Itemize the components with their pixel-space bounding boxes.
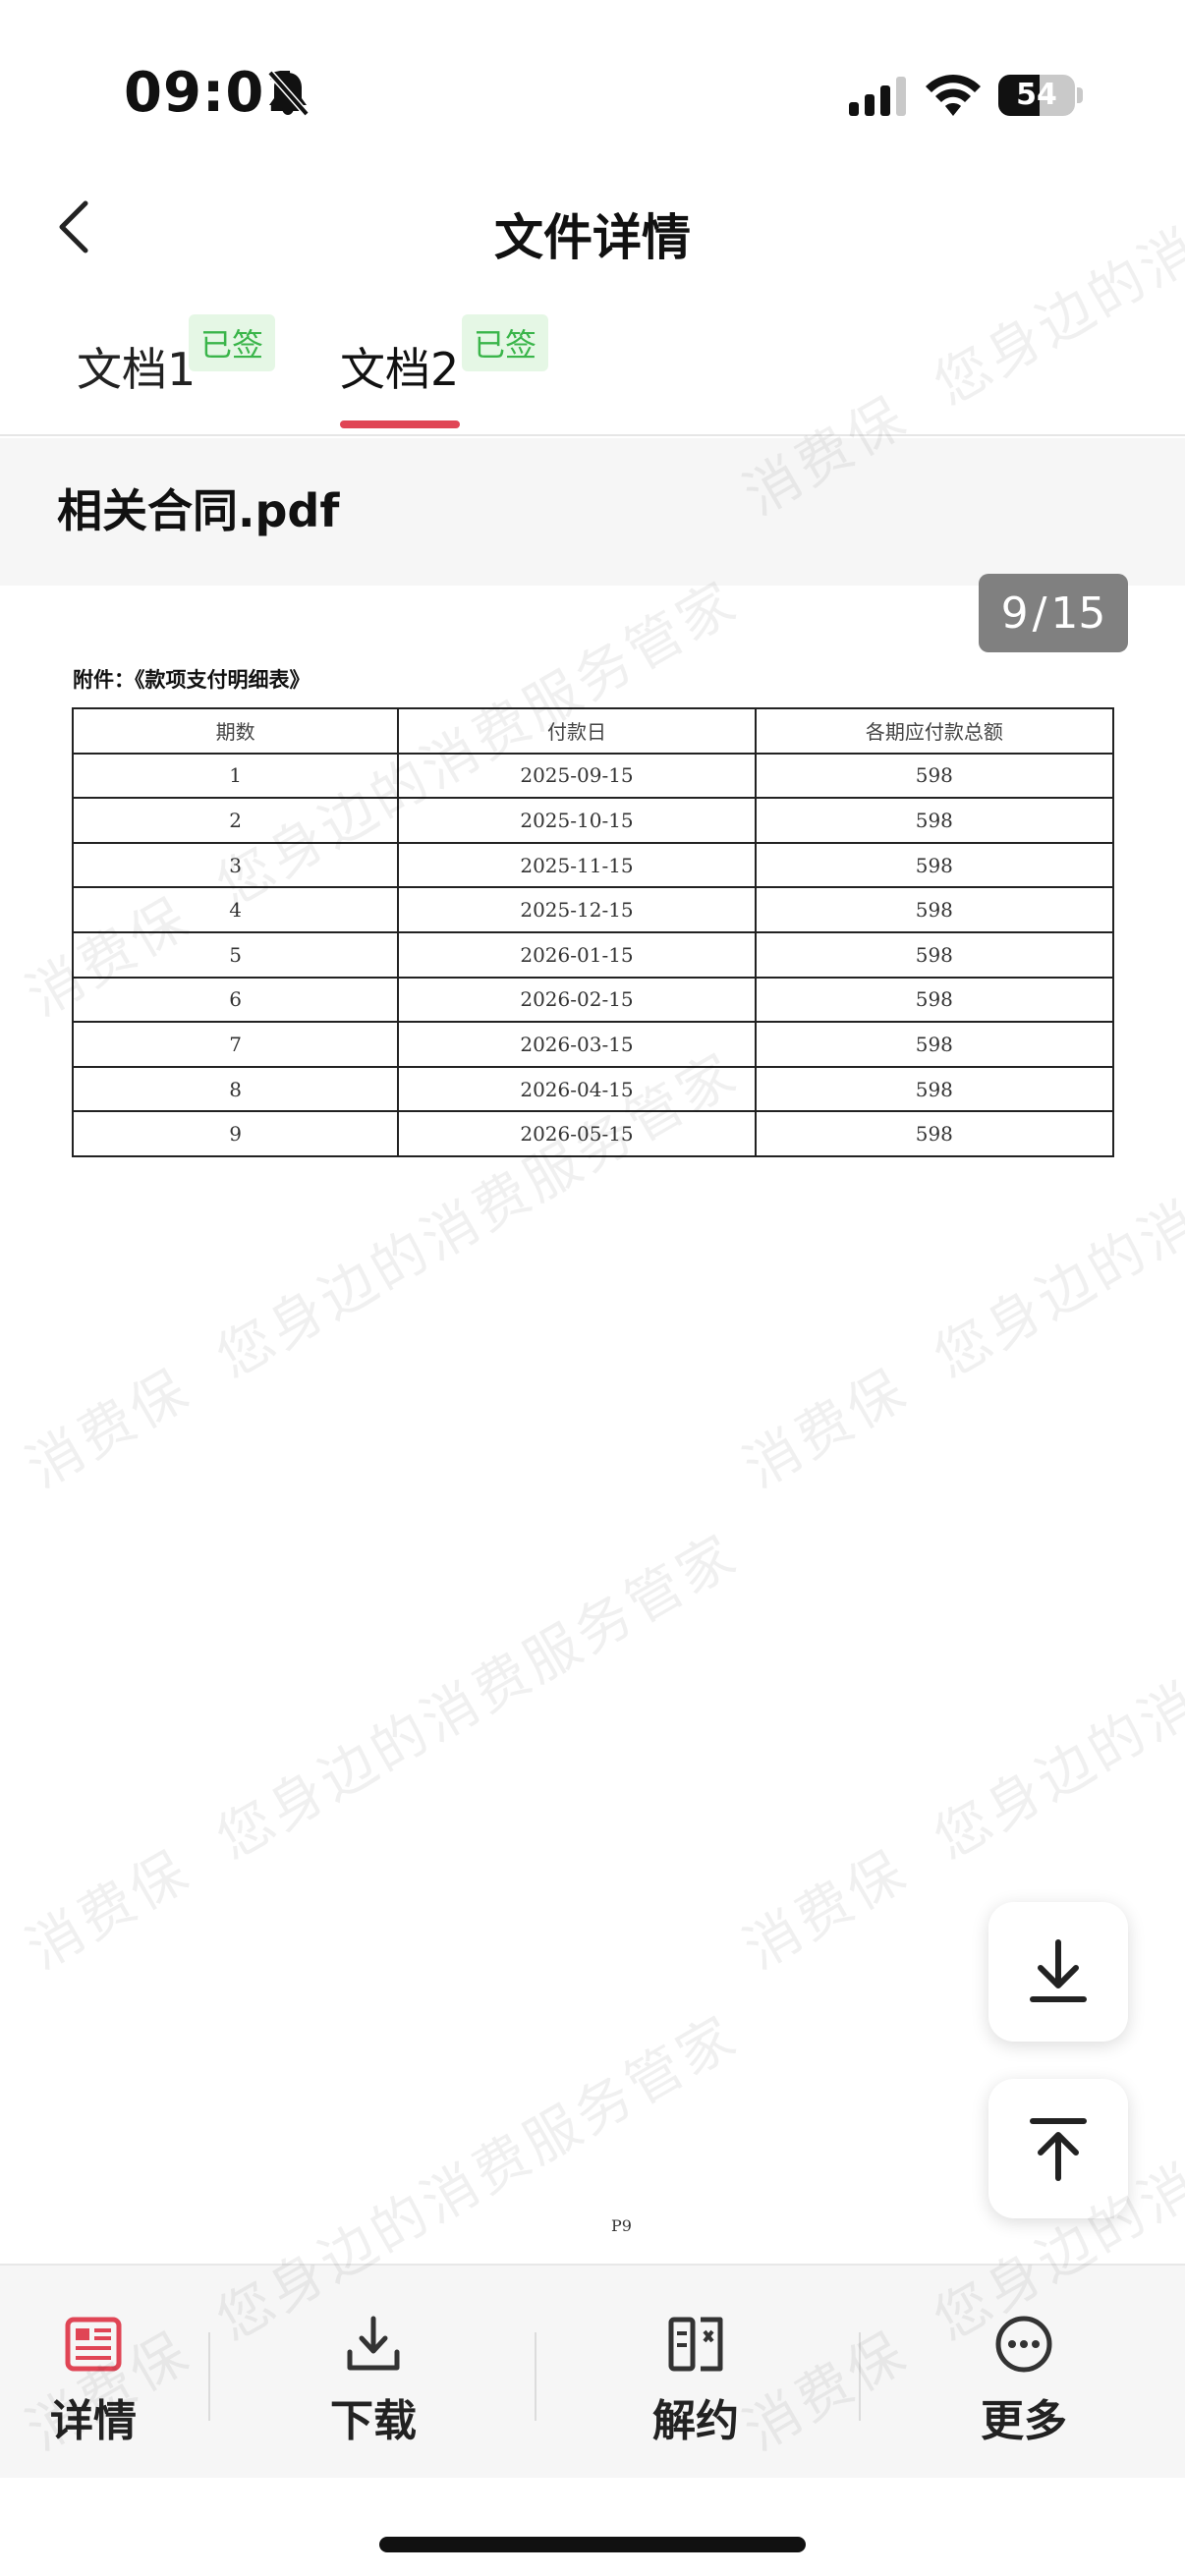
table-cell: 598 (754, 841, 1115, 889)
tab-label: 文档1 (77, 343, 197, 396)
table-row: 1 2025-09-15 598 (71, 752, 1115, 800)
table-header-cell: 期数 (71, 707, 400, 755)
bottom-toolbar: 详情 下载 解约 更多 (0, 2264, 1185, 2478)
current-page: 9 (1000, 588, 1029, 639)
table-cell: 8 (71, 1065, 400, 1113)
table-cell: 7 (71, 1021, 400, 1068)
toolbar-terminate-button[interactable]: 解约 (637, 2266, 755, 2480)
tab-label: 文档2 (340, 343, 460, 396)
download-tray-icon (347, 2316, 400, 2371)
signed-badge: 已签 (189, 314, 276, 371)
table-cell: 2026-04-15 (397, 1065, 757, 1113)
status-bar: 09:01 54 (0, 0, 1185, 147)
table-cell: 2025-09-15 (397, 752, 757, 800)
toolbar-label: 更多 (981, 2396, 1067, 2446)
table-row: 3 2025-11-15 598 (71, 841, 1115, 889)
table-row: 7 2026-03-15 598 (71, 1021, 1115, 1068)
table-cell: 5 (71, 930, 400, 979)
table-cell: 2026-01-15 (397, 930, 757, 979)
document-tabs: 文档1 已签 文档2 已签 (0, 305, 1185, 436)
document-details-icon (65, 2317, 122, 2372)
table-cell: 2025-12-15 (397, 886, 757, 933)
toolbar-details-button[interactable]: 详情 (29, 2266, 157, 2480)
table-cell: 2026-02-15 (397, 976, 757, 1024)
watermark-text: 消费保 您身边的消费服务管家 (16, 1522, 750, 1983)
table-cell: 2025-11-15 (397, 841, 757, 889)
table-row: 5 2026-01-15 598 (71, 930, 1115, 979)
table-cell: 598 (754, 886, 1115, 933)
table-cell: 6 (71, 976, 400, 1024)
table-header-cell: 付款日 (397, 707, 757, 755)
bell-off-icon (267, 70, 310, 117)
toolbar-label: 详情 (50, 2396, 137, 2446)
table-cell: 1 (71, 752, 400, 800)
battery-icon: 54 (998, 75, 1083, 116)
page-separator: / (1032, 588, 1047, 639)
table-row: 8 2026-04-15 598 (71, 1065, 1115, 1113)
table-cell: 598 (754, 1021, 1115, 1068)
table-cell: 2 (71, 797, 400, 844)
signed-badge: 已签 (462, 314, 549, 371)
tab-document-2[interactable]: 文档2 已签 (340, 305, 556, 434)
toolbar-more-button[interactable]: 更多 (965, 2266, 1083, 2480)
table-cell: 3 (71, 841, 400, 889)
nav-header: 文件详情 (0, 177, 1185, 285)
toolbar-label: 解约 (652, 2396, 739, 2446)
table-cell: 598 (754, 797, 1115, 844)
table-cell: 2025-10-15 (397, 797, 757, 844)
file-name-bar: 相关合同.pdf (0, 438, 1185, 586)
table-header-cell: 各期应付款总额 (754, 707, 1115, 755)
home-indicator (379, 2537, 806, 2552)
document-heading: 附件：《款项支付明细表》 (73, 667, 310, 692)
more-dots-icon (995, 2316, 1052, 2373)
table-cell: 598 (754, 930, 1115, 979)
table-cell: 4 (71, 886, 400, 933)
table-row: 4 2025-12-15 598 (71, 886, 1115, 933)
scroll-to-top-button[interactable] (988, 2079, 1128, 2218)
pdf-page-number: P9 (611, 2216, 632, 2235)
file-details-screen: 09:01 54 文件详情 文档1 已签 文档2 已签 相关合同.pdf 附件：… (0, 0, 1185, 2576)
terminate-contract-icon (668, 2317, 723, 2372)
table-cell: 598 (754, 752, 1115, 800)
wifi-icon (926, 75, 981, 116)
page-title: 文件详情 (494, 209, 691, 266)
active-tab-indicator (340, 420, 460, 428)
floating-download-button[interactable] (988, 1902, 1128, 2042)
arrow-up-to-top-icon (1030, 2118, 1087, 2181)
total-pages: 15 (1050, 588, 1106, 639)
toolbar-label: 下载 (330, 2396, 417, 2446)
table-row: 2 2025-10-15 598 (71, 797, 1115, 844)
table-cell: 598 (754, 976, 1115, 1024)
table-header-row: 期数 付款日 各期应付款总额 (71, 707, 1115, 755)
table-cell: 2026-03-15 (397, 1021, 757, 1068)
download-icon (1030, 1939, 1087, 2002)
toolbar-download-button[interactable]: 下载 (314, 2266, 432, 2480)
signal-icon (849, 77, 906, 116)
table-cell: 598 (754, 1065, 1115, 1113)
table-cell: 9 (71, 1110, 400, 1157)
tab-document-1[interactable]: 文档1 已签 (77, 305, 283, 434)
table-cell: 2026-05-15 (397, 1110, 757, 1157)
payment-schedule-table: 期数 付款日 各期应付款总额 1 2025-09-15 598 2 2025-10-1… (71, 707, 1115, 1157)
table-row: 6 2026-02-15 598 (71, 976, 1115, 1024)
battery-percent: 54 (1016, 78, 1057, 112)
page-indicator: 9 / 15 (979, 574, 1128, 652)
table-cell: 598 (754, 1110, 1115, 1157)
table-row: 9 2026-05-15 598 (71, 1110, 1115, 1157)
file-name: 相关合同.pdf (57, 484, 340, 537)
